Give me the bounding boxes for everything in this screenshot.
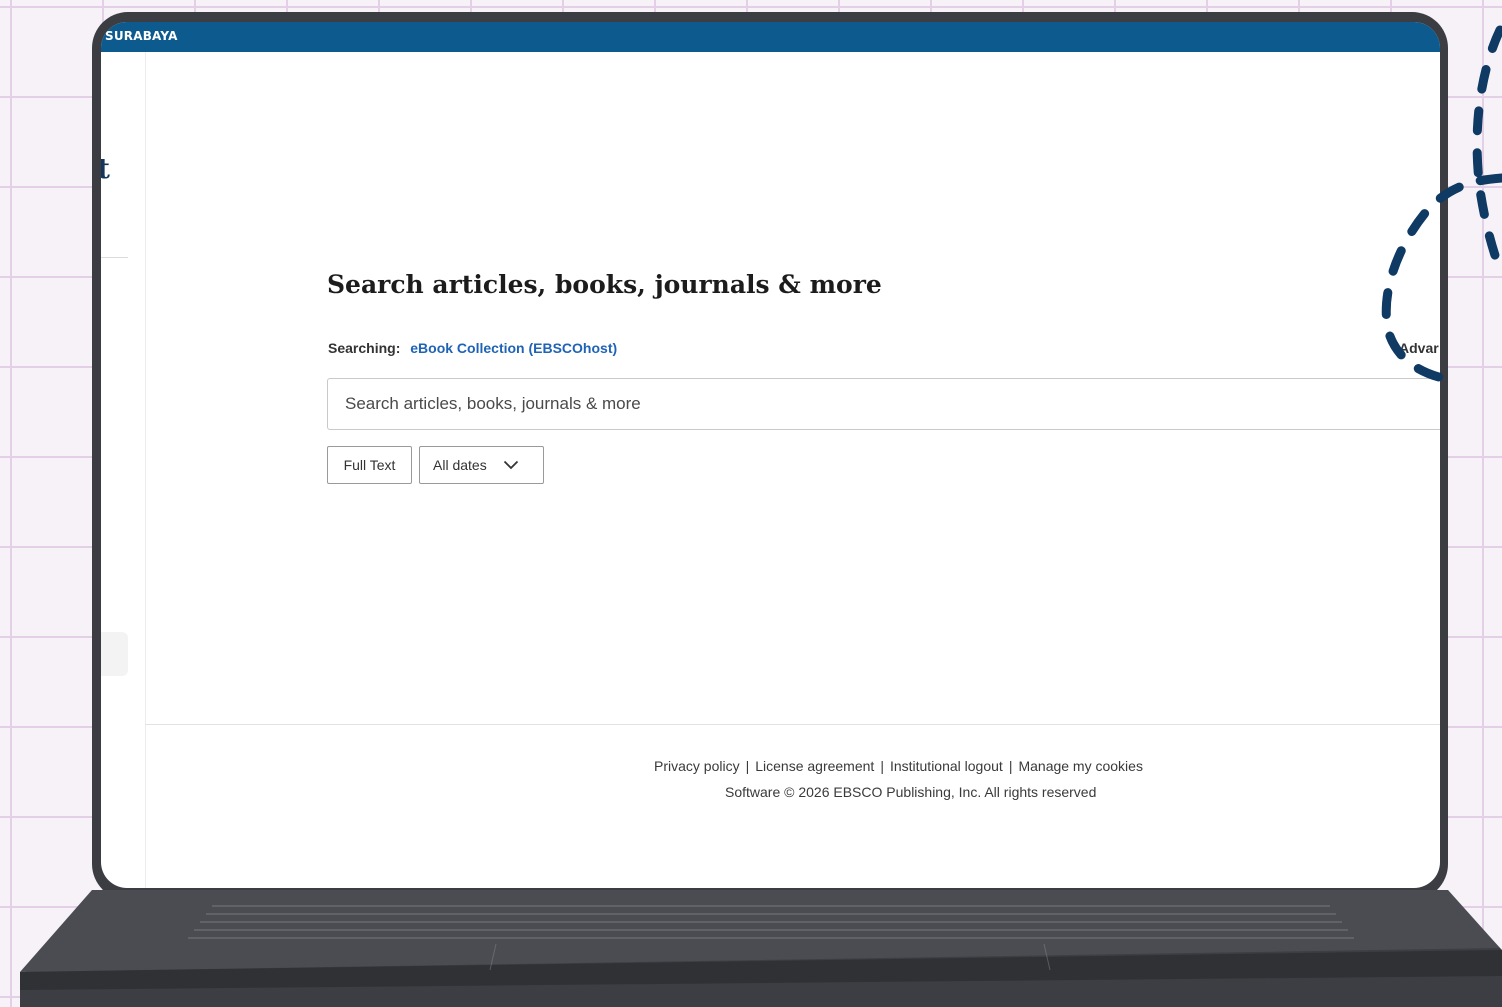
page-title: Search articles, books, journals & more (327, 270, 882, 299)
institution-banner: SURABAYA (101, 22, 1440, 52)
browser-screen: SURABAYA t Search articles, books, journ… (101, 22, 1440, 888)
footer-separator: | (1008, 758, 1013, 774)
sidebar-title-fragment: t (101, 152, 110, 185)
searching-label: Searching: (328, 340, 401, 356)
footer-divider (145, 724, 1440, 725)
sidebar-panel-box[interactable] (101, 632, 128, 676)
laptop-base (20, 890, 1502, 1007)
full-text-filter-button[interactable]: Full Text (327, 446, 412, 484)
full-text-filter-label: Full Text (343, 457, 396, 473)
chevron-down-icon (503, 457, 519, 473)
date-filter-dropdown[interactable]: All dates (419, 446, 544, 484)
search-input[interactable] (328, 379, 1440, 429)
footer-separator: | (745, 758, 750, 774)
left-sidebar: t (101, 52, 146, 888)
sidebar-divider (101, 257, 128, 258)
date-filter-label: All dates (433, 457, 487, 473)
institutional-logout-link[interactable]: Institutional logout (890, 758, 1003, 774)
dashed-swirl-decoration (1381, 25, 1502, 385)
footer-separator: | (880, 758, 884, 774)
privacy-policy-link[interactable]: Privacy policy (654, 758, 740, 774)
institution-name: SURABAYA (105, 29, 178, 43)
searching-row: Searching: eBook Collection (EBSCOhost) (328, 340, 617, 356)
copyright-notice: Software © 2026 EBSCO Publishing, Inc. A… (725, 784, 1097, 800)
search-box (327, 378, 1440, 430)
manage-cookies-link[interactable]: Manage my cookies (1018, 758, 1143, 774)
database-source-link[interactable]: eBook Collection (EBSCOhost) (410, 340, 617, 356)
footer-links: Privacy policy | License agreement | Institu… (654, 758, 1143, 774)
license-agreement-link[interactable]: License agreement (755, 758, 874, 774)
